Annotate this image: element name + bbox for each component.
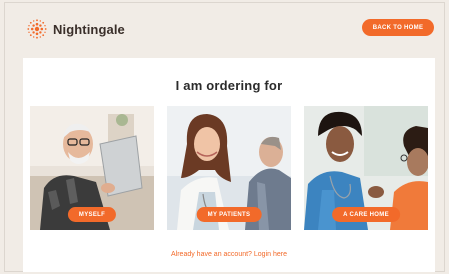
- page-title: I am ordering for: [175, 78, 283, 93]
- option-care-home-tile[interactable]: A CARE HOME: [304, 106, 428, 230]
- logo-sunburst-icon: [27, 19, 47, 39]
- option-my-patients-tile[interactable]: MY PATIENTS: [167, 106, 291, 230]
- myself-button[interactable]: MYSELF: [67, 207, 117, 222]
- my-patients-button[interactable]: MY PATIENTS: [196, 207, 262, 222]
- brand-name: Nightingale: [53, 21, 125, 37]
- login-link[interactable]: Already have an account? Login here: [23, 251, 435, 258]
- back-to-home-button[interactable]: BACK TO HOME: [362, 19, 434, 36]
- ordering-card: I am ordering for MYSELF MY PATIENTS A C…: [23, 58, 435, 272]
- care-home-button[interactable]: A CARE HOME: [332, 207, 400, 222]
- option-myself-tile[interactable]: MYSELF: [30, 106, 154, 230]
- site-header: Nightingale BACK TO HOME: [0, 0, 449, 56]
- brand-logo[interactable]: Nightingale: [26, 18, 125, 40]
